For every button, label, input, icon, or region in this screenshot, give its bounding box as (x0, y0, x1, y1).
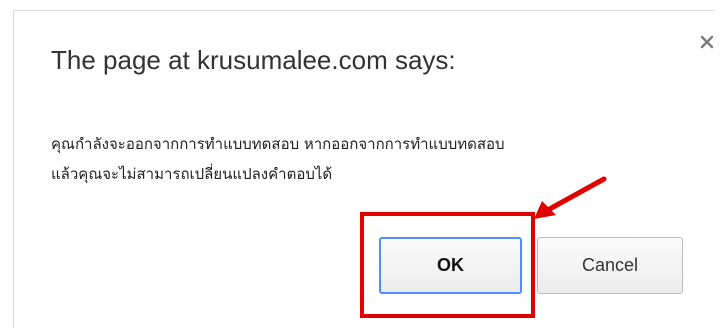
highlight-box (360, 212, 535, 318)
cancel-button[interactable]: Cancel (537, 237, 683, 294)
page: The page at krusumalee.com says: คุณกำลั… (0, 0, 721, 330)
red-arrow-icon (528, 175, 608, 223)
close-icon[interactable] (697, 32, 717, 52)
message-line-1: คุณกำลังจะออกจากการทำแบบทดสอบ หากออกจากก… (51, 135, 505, 153)
dialog-title: The page at krusumalee.com says: (51, 45, 456, 75)
